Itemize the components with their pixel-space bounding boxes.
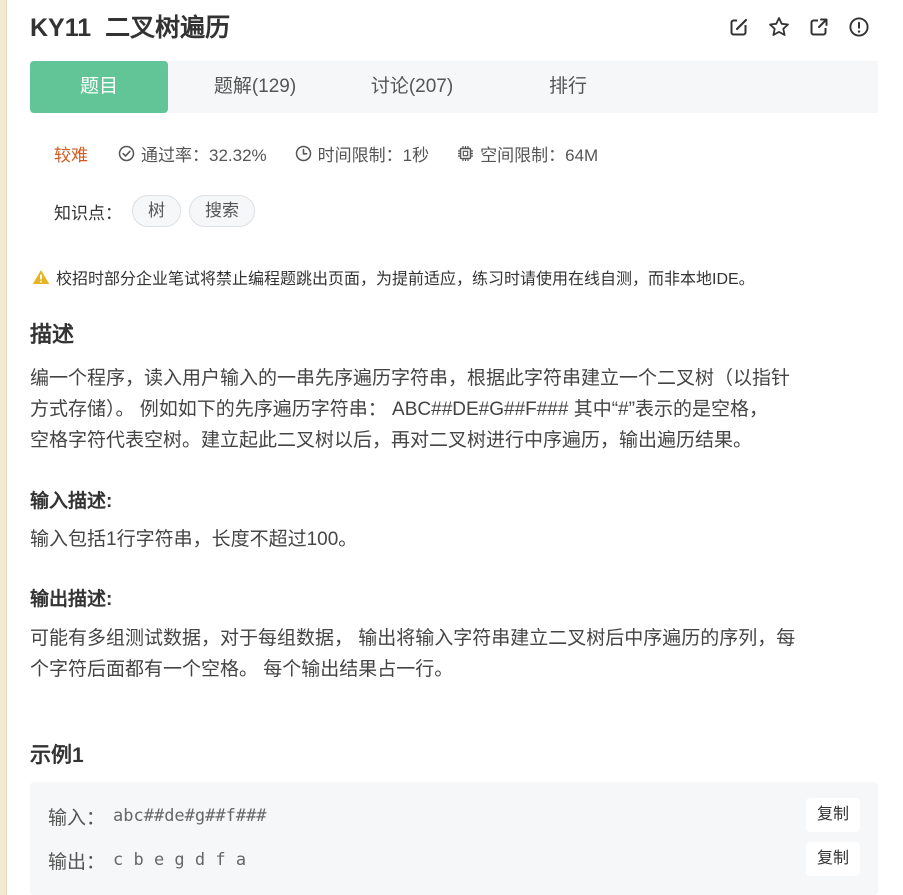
tab-problem[interactable]: 题目 (30, 61, 168, 113)
example-output-value[interactable]: c b e g d f a (113, 850, 246, 870)
copy-output-button[interactable]: 复制 (805, 842, 860, 876)
description-text: 编一个程序，读入用户输入的一串先序遍历字符串，根据此字符串建立一个二叉树（以指针… (30, 363, 878, 456)
pass-rate-text: 通过率：32.32% (141, 146, 267, 165)
tab-discussion[interactable]: 讨论(207) (342, 61, 482, 113)
difficulty-badge: 较难 (54, 146, 88, 165)
tab-solutions[interactable]: 题解(129) (168, 61, 342, 113)
output-desc-line: 可能有多组测试数据，对于每组数据， 输出将输入字符串建立二叉树后中序遍历的序列，… (30, 628, 796, 649)
input-desc-heading: 输入描述: (30, 491, 113, 512)
report-icon[interactable] (848, 16, 870, 38)
clock-icon (295, 145, 311, 162)
example-output-label: 输出： (48, 851, 106, 873)
problem-meta: 较难 通过率：32.32% 时间限制：1秒 空间限制：64M (54, 141, 626, 166)
output-desc-heading: 输出描述: (30, 589, 113, 610)
check-circle-icon (118, 145, 135, 162)
chip-icon (458, 146, 474, 161)
space-limit-text: 空间限制：64M (480, 146, 599, 165)
problem-tabs: 题目 题解(129) 讨论(207) 排行 (30, 61, 878, 113)
space-limit: 空间限制：64M (457, 141, 598, 166)
input-desc-text: 输入包括1行字符串，长度不超过100。 (30, 524, 878, 555)
exam-warning: 校招时部分企业笔试将禁止编程题跳出页面，为提前适应，练习时请使用在线自测，而非本… (32, 265, 755, 289)
example-input-row: 输入： abc##de#g##f### 复制 (48, 798, 860, 834)
tag-tree[interactable]: 树 (132, 195, 181, 227)
problem-header: KY11 二叉树遍历 (30, 0, 878, 58)
knowledge-label: 知识点： (54, 203, 122, 223)
pass-rate: 通过率：32.32% (118, 141, 267, 166)
problem-code: KY11 (30, 14, 92, 42)
output-desc-line: 个字符后面都有一个空格。 每个输出结果占一行。 (30, 659, 454, 680)
description-line: 方式存储）。 例如如下的先序遍历字符串： ABC##DE#G##F### 其中“… (30, 399, 768, 420)
copy-input-button[interactable]: 复制 (805, 798, 860, 832)
tag-search[interactable]: 搜索 (189, 195, 255, 227)
warning-text: 校招时部分企业笔试将禁止编程题跳出页面，为提前适应，练习时请使用在线自测，而非本… (56, 271, 755, 288)
warning-icon (32, 270, 50, 284)
problem-name: 二叉树遍历 (105, 14, 231, 42)
edit-icon[interactable] (728, 16, 750, 38)
star-icon[interactable] (768, 16, 790, 38)
input-desc-line: 输入包括1行字符串，长度不超过100。 (30, 529, 358, 550)
description-line: 编一个程序，读入用户输入的一串先序遍历字符串，根据此字符串建立一个二叉树（以指针 (30, 368, 791, 389)
left-edge-strip (0, 0, 7, 895)
example-heading: 示例1 (30, 744, 84, 767)
example-box: 输入： abc##de#g##f### 复制 输出： c b e g d f a… (30, 782, 878, 895)
knowledge-points: 知识点： 树 搜索 (54, 195, 263, 227)
output-desc-text: 可能有多组测试数据，对于每组数据， 输出将输入字符串建立二叉树后中序遍历的序列，… (30, 623, 878, 685)
example-output-row: 输出： c b e g d f a 复制 (48, 842, 860, 878)
tab-ranking[interactable]: 排行 (482, 61, 654, 113)
description-line: 空格字符代表空树。建立起此二叉树以后，再对二叉树进行中序遍历，输出遍历结果。 (30, 430, 753, 451)
time-limit-text: 时间限制：1秒 (317, 146, 430, 165)
external-link-icon[interactable] (808, 16, 830, 38)
example-input-label: 输入： (48, 807, 106, 829)
problem-title: KY11 二叉树遍历 (30, 12, 230, 44)
example-input-value[interactable]: abc##de#g##f### (113, 806, 267, 826)
header-actions (728, 16, 870, 38)
description-heading: 描述 (30, 322, 75, 347)
time-limit: 时间限制：1秒 (295, 141, 429, 166)
